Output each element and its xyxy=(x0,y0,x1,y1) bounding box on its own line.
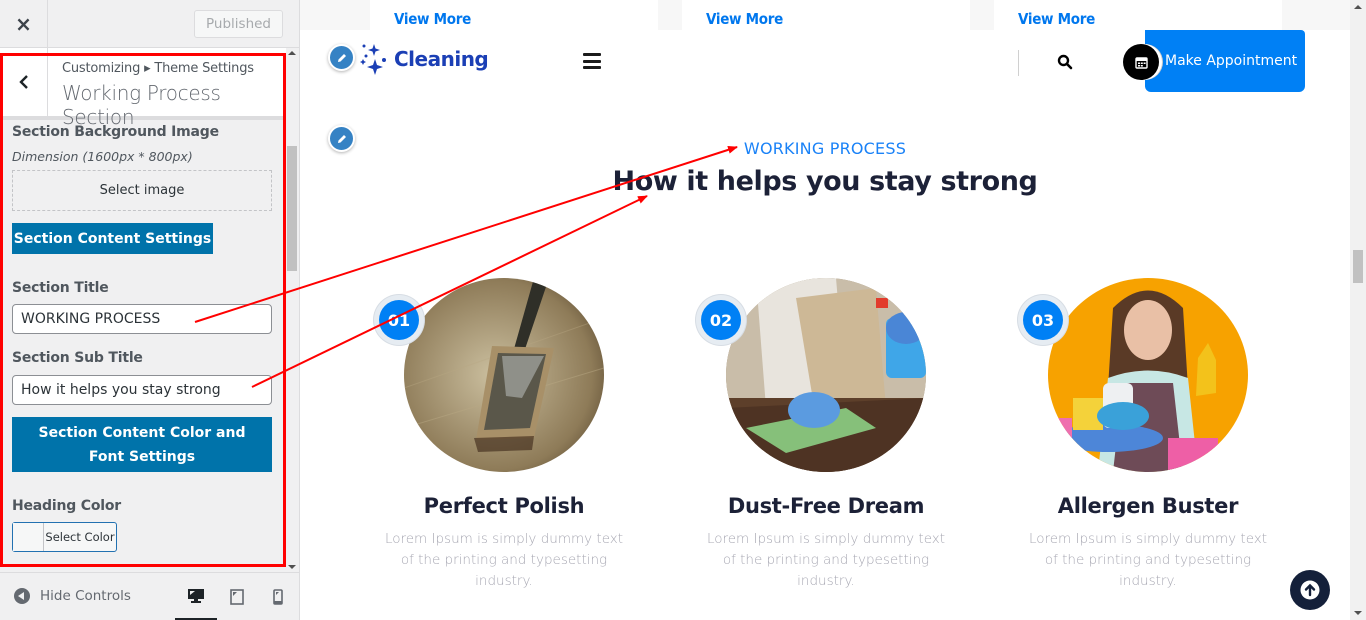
hamburger-icon-bar xyxy=(583,53,601,56)
sidebar-scrollbar[interactable] xyxy=(286,48,299,572)
calendar-icon xyxy=(1134,56,1148,69)
back-button[interactable] xyxy=(0,48,48,116)
step-number: 01 xyxy=(379,300,419,340)
search-icon xyxy=(1057,54,1073,70)
step-description: Lorem Ipsum is simply dummy text of the … xyxy=(384,531,624,589)
publish-button[interactable]: Published xyxy=(194,10,283,38)
select-color-label: Select Color xyxy=(45,530,115,544)
customizer-header: × Published xyxy=(0,0,299,48)
collapse-icon xyxy=(14,588,30,604)
logo-text: Cleaning xyxy=(394,47,489,71)
step-number-badge: 02 xyxy=(696,295,746,345)
view-more-link[interactable]: View More xyxy=(1018,10,1095,28)
color-font-settings-button[interactable]: Section Content Color and Font Settings xyxy=(12,417,272,472)
hamburger-icon-bar xyxy=(583,66,601,69)
customizer-sidebar: × Published Customizing ▸ Theme Settings… xyxy=(0,0,300,620)
back-to-top-button[interactable] xyxy=(1290,570,1330,610)
step-number: 03 xyxy=(1023,300,1063,340)
select-image-button[interactable]: Select image xyxy=(12,170,272,211)
step-description: Lorem Ipsum is simply dummy text of the … xyxy=(706,531,946,589)
step-number-badge: 01 xyxy=(374,295,424,345)
section-kicker: WORKING PROCESS xyxy=(743,139,907,158)
service-card: View More xyxy=(994,0,1282,30)
breadcrumb: Customizing ▸ Theme Settings xyxy=(62,61,254,76)
hamburger-icon-bar xyxy=(583,59,601,63)
heading-color-picker[interactable]: Select Color xyxy=(12,522,117,552)
scroll-up-arrow-icon[interactable] xyxy=(1354,5,1362,9)
edit-header-shortcut[interactable] xyxy=(328,44,355,71)
scrollbar-thumb[interactable] xyxy=(287,146,297,271)
menu-toggle-button[interactable] xyxy=(583,53,601,69)
tablet-icon xyxy=(230,589,244,605)
chevron-left-icon xyxy=(18,75,28,89)
arrow-up-icon xyxy=(1300,580,1320,600)
close-icon: × xyxy=(15,11,32,36)
color-swatch xyxy=(13,523,44,551)
scroll-up-arrow-icon[interactable] xyxy=(288,51,296,55)
step-photo-mop xyxy=(404,278,604,472)
header-divider xyxy=(1018,50,1019,76)
step-title: Allergen Buster xyxy=(1057,494,1239,518)
search-button[interactable] xyxy=(1057,54,1073,75)
desktop-icon xyxy=(188,588,204,603)
make-appointment-button[interactable]: Make Appointment xyxy=(1145,30,1305,92)
site-logo[interactable]: Cleaning xyxy=(360,42,489,76)
scroll-down-arrow-icon[interactable] xyxy=(1354,611,1362,615)
service-card: View More xyxy=(370,0,658,30)
section-subtitle-input[interactable] xyxy=(12,375,272,405)
section-controls: Section Background Image Dimension (1600… xyxy=(0,124,286,568)
step-number: 02 xyxy=(701,300,741,340)
step-title: Perfect Polish xyxy=(423,494,585,518)
mobile-icon xyxy=(273,589,283,605)
step-photo-woman xyxy=(1048,278,1248,472)
step-title: Dust-Free Dream xyxy=(727,494,925,518)
section-subtitle-label: Section Sub Title xyxy=(12,350,143,366)
step-photo-wiping xyxy=(726,278,926,472)
close-customizer-button[interactable]: × xyxy=(0,0,48,47)
preview-tablet-button[interactable] xyxy=(216,573,258,620)
preview-scrollbar[interactable] xyxy=(1350,0,1366,620)
scrollbar-thumb[interactable] xyxy=(1353,250,1363,283)
sparkle-logo-icon xyxy=(360,44,386,75)
hide-controls-label: Hide Controls xyxy=(40,588,131,604)
service-card: View More xyxy=(682,0,970,30)
customizer-footer: Hide Controls xyxy=(0,572,299,620)
services-strip: View More View More View More xyxy=(300,0,1350,30)
preview-desktop-button[interactable] xyxy=(175,573,217,620)
appointment-label: Make Appointment xyxy=(1165,53,1298,69)
bg-image-label: Section Background Image xyxy=(12,124,219,140)
section-title-input[interactable] xyxy=(12,304,272,334)
pencil-icon xyxy=(337,53,346,62)
step-number-badge: 03 xyxy=(1018,295,1068,345)
section-title-label: Section Title xyxy=(12,280,109,296)
step-description: Lorem Ipsum is simply dummy text of the … xyxy=(1028,531,1268,589)
section-header: Customizing ▸ Theme Settings Working Pro… xyxy=(0,48,286,129)
site-preview: View More View More View More Cleaning M… xyxy=(300,0,1350,620)
heading-color-label: Heading Color xyxy=(12,498,121,514)
view-more-link[interactable]: View More xyxy=(706,10,783,28)
calendar-badge xyxy=(1123,44,1159,80)
section-title: Working Process Section xyxy=(62,81,221,129)
scroll-down-arrow-icon[interactable] xyxy=(288,565,296,569)
view-more-link[interactable]: View More xyxy=(394,10,471,28)
section-heading: How it helps you stay strong xyxy=(612,166,1038,197)
bg-image-description: Dimension (1600px * 800px) xyxy=(12,149,193,164)
hide-controls-button[interactable]: Hide Controls xyxy=(14,588,131,604)
preview-mobile-button[interactable] xyxy=(257,573,299,620)
content-settings-button[interactable]: Section Content Settings xyxy=(12,223,213,254)
